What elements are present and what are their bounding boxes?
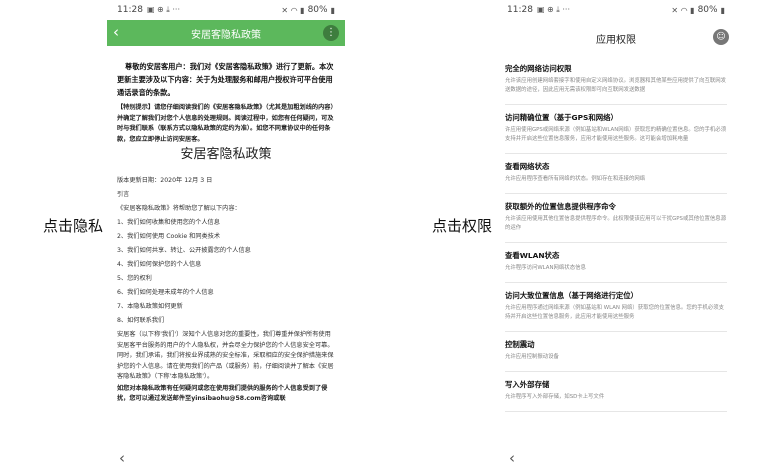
permission-title: 查看网络状态: [505, 162, 550, 171]
notification-icons: ▣ ⊕ ⤓ ···: [146, 5, 180, 14]
more-vert-icon[interactable]: ⋮: [323, 25, 339, 41]
signal-icons: ✕ ◠ ▮: [671, 5, 695, 15]
permission-desc: 允许程序访问WLAN网络状态信息: [505, 265, 586, 271]
permission-item[interactable]: 查看网络状态 允许应用程序查看所有网络的状态。例如存在和连接的网络: [505, 154, 727, 194]
status-bar: 11:28 ▣ ⊕ ⤓ ··· ✕ ◠ ▮ 80% ▮: [497, 0, 735, 20]
permission-item[interactable]: 写入外部存储 允许程序写入外部存储，如SD卡上写文件: [505, 372, 727, 412]
caption-click-privacy: 点击隐私: [43, 217, 104, 235]
permission-desc: 允许程序写入外部存储，如SD卡上写文件: [505, 394, 605, 400]
permission-desc: 许应用使用GPS或网络来源（例如基站和WLAN网络）获取您的精确位置信息。您的手…: [505, 127, 727, 142]
policy-document: 尊敬的安居客用户：我们对《安居客隐私政策》进行了更新。本次更新主要涉及以下内容：…: [107, 46, 345, 405]
battery-icon: ▮: [720, 5, 725, 15]
bottom-nav: ‹: [497, 447, 735, 469]
app-bar: ‹ 安居客隐私政策 ⋮: [107, 20, 345, 46]
policy-body: 安居客（以下称'我们'）深知个人信息对您的重要性，我们尊重并保护所有使用安居客平…: [117, 331, 334, 380]
privacy-policy-screen: 11:28 ▣ ⊕ ⤓ ··· ✕ ◠ ▮ 80% ▮ ‹ 安居客隐私政策 ⋮ …: [107, 0, 345, 469]
permission-desc: 允许该应用创建网络套接字和使用自定义网络协议。浏览器和其他某些应用提供了向互联网…: [505, 78, 727, 93]
permission-item[interactable]: 控制震动 允许应用控制振动设备: [505, 332, 727, 372]
notification-icons: ▣ ⊕ ⤓ ···: [536, 5, 570, 14]
permission-title: 查看WLAN状态: [505, 251, 560, 260]
update-notice: 尊敬的安居客用户：我们对《安居客隐私政策》进行了更新。本次更新主要涉及以下内容：…: [117, 62, 334, 97]
toc-item[interactable]: 1、我们如何收集和使用您的个人信息: [117, 218, 335, 229]
status-time: 11:28: [117, 5, 143, 15]
app-permissions-screen: 11:28 ▣ ⊕ ⤓ ··· ✕ ◠ ▮ 80% ▮ 应用权限 ☺ 完全的网络…: [497, 0, 735, 469]
battery-level: 80%: [307, 5, 328, 15]
battery-icon: ▮: [330, 5, 335, 15]
contents-intro: 《安居客隐私政策》将帮助您了解以下内容：: [117, 205, 241, 212]
toc-item[interactable]: 3、我们如何共享、转让、公开披露您的个人信息: [117, 246, 335, 257]
permission-desc: 允许该应用使用其他位置信息提供程序命令。此权限使该应用可以干扰GPS或其他位置信…: [505, 216, 727, 231]
battery-level: 80%: [697, 5, 718, 15]
toc-item[interactable]: 8、如何联系我们: [117, 316, 335, 327]
toc-item[interactable]: 7、本隐私政策如何更新: [117, 302, 335, 313]
page-title: 应用权限: [596, 34, 636, 46]
status-bar: 11:28 ▣ ⊕ ⤓ ··· ✕ ◠ ▮ 80% ▮: [107, 0, 345, 20]
caption-click-permissions: 点击权限: [432, 217, 493, 235]
bottom-nav: ‹: [107, 447, 345, 469]
permission-title: 获取额外的位置信息提供程序命令: [505, 202, 616, 211]
permission-list: 完全的网络访问权限 允许该应用创建网络套接字和使用自定义网络协议。浏览器和其他某…: [497, 56, 735, 412]
permission-title: 控制震动: [505, 340, 535, 349]
nav-back-icon[interactable]: ‹: [509, 449, 515, 467]
permission-desc: 允许应用程序查看所有网络的状态。例如存在和连接的网络: [505, 176, 646, 182]
permission-desc: 允许应用控制振动设备: [505, 354, 559, 360]
policy-title: 安居客隐私政策: [180, 147, 272, 162]
chevron-left-icon[interactable]: ‹: [113, 23, 119, 41]
special-tip: 【特别提示】请您仔细阅读我们的《安居客隐私政策》（尤其是加粗划线的内容）并确定了…: [117, 104, 334, 143]
permission-item[interactable]: 访问大致位置信息（基于网络进行定位） 允许应用程序通过网络来源（例如基站和 WL…: [505, 283, 727, 332]
avatar-icon[interactable]: ☺: [713, 29, 729, 45]
permission-item[interactable]: 查看WLAN状态 允许程序访问WLAN网络状态信息: [505, 243, 727, 283]
permission-title: 访问大致位置信息（基于网络进行定位）: [505, 291, 639, 300]
status-time: 11:28: [507, 5, 533, 15]
permission-title: 访问精确位置（基于GPS和网络）: [505, 113, 618, 122]
permission-desc: 允许应用程序通过网络来源（例如基站和 WLAN 网络）获取您的位置信息。您的手机…: [505, 305, 725, 320]
signal-icons: ✕ ◠ ▮: [281, 5, 305, 15]
toc-item[interactable]: 2、我们如何使用 Cookie 和同类技术: [117, 232, 335, 243]
contact-paragraph: 如您对本隐私政策有任何疑问或您在使用我们提供的服务的个人信息受到了侵扰，您可以通…: [117, 384, 328, 403]
toc-item[interactable]: 5、您的权利: [117, 274, 335, 285]
intro-heading: 引言: [117, 191, 130, 198]
permission-item[interactable]: 获取额外的位置信息提供程序命令 允许该应用使用其他位置信息提供程序命令。此权限使…: [505, 194, 727, 243]
permission-title: 写入外部存储: [505, 380, 550, 389]
toc-item[interactable]: 4、我们如何保护您的个人信息: [117, 260, 335, 271]
app-bar: 应用权限 ☺: [497, 20, 735, 56]
nav-back-icon[interactable]: ‹: [119, 449, 125, 467]
permission-item[interactable]: 访问精确位置（基于GPS和网络） 许应用使用GPS或网络来源（例如基站和WLAN…: [505, 105, 727, 154]
page-title: 安居客隐私政策: [191, 29, 261, 41]
permission-item[interactable]: 完全的网络访问权限 允许该应用创建网络套接字和使用自定义网络协议。浏览器和其他某…: [505, 56, 727, 105]
permission-title: 完全的网络访问权限: [505, 64, 572, 73]
toc-item[interactable]: 6、我们如何处理未成年的个人信息: [117, 288, 335, 299]
version-date: 版本更新日期：2020年 12月 3 日: [117, 177, 213, 184]
